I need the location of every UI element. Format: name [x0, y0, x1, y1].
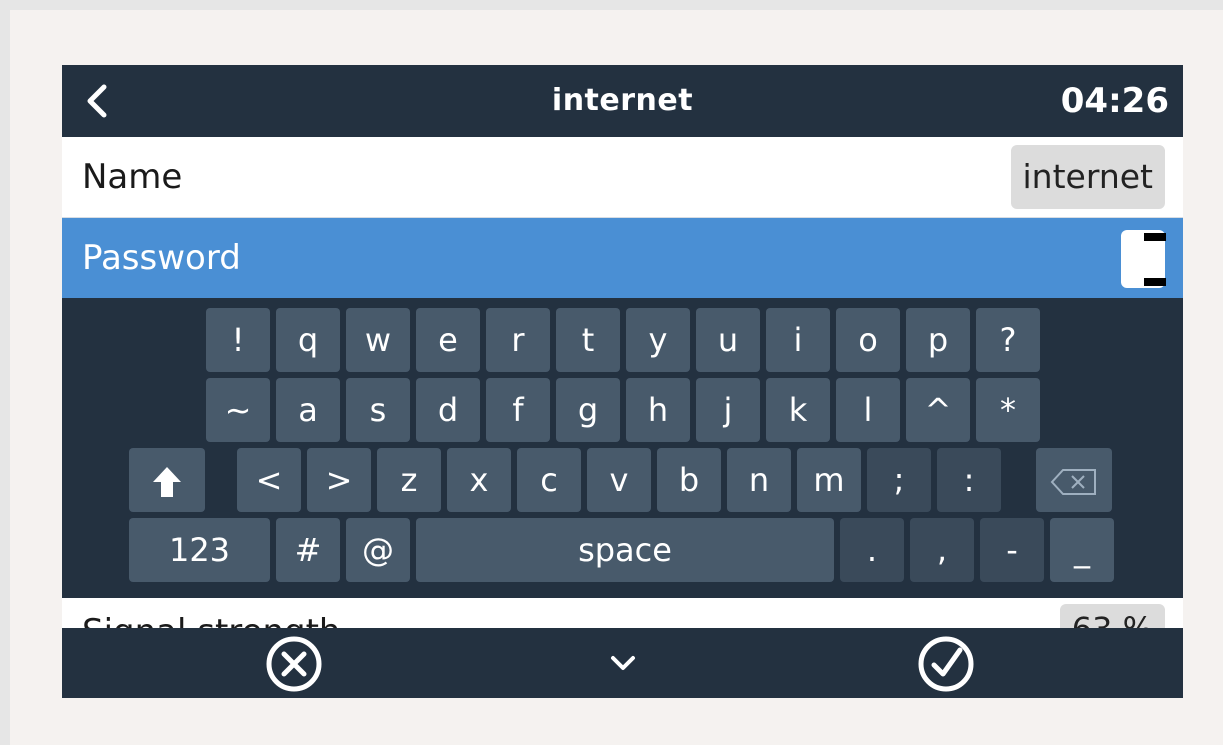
- on-screen-keyboard: ! q w e r t y u i o p ? ~ a s d f g h j …: [62, 298, 1183, 598]
- key-x[interactable]: x: [447, 448, 511, 512]
- key-d[interactable]: d: [416, 378, 480, 442]
- backspace-icon: [1050, 469, 1096, 495]
- name-label: Name: [82, 157, 183, 197]
- key-w[interactable]: w: [346, 308, 410, 372]
- window-frame-left: [0, 0, 10, 745]
- name-value[interactable]: internet: [1010, 145, 1165, 209]
- key-e[interactable]: e: [416, 308, 480, 372]
- page-title: internet: [551, 83, 694, 118]
- space-key[interactable]: space: [416, 518, 834, 582]
- key-p[interactable]: p: [906, 308, 970, 372]
- header-bar: internet 04:26: [62, 65, 1183, 137]
- key-o[interactable]: o: [836, 308, 900, 372]
- key-greater-than[interactable]: >: [307, 448, 371, 512]
- cancel-button[interactable]: [264, 636, 324, 692]
- password-input[interactable]: [1121, 230, 1168, 288]
- key-k[interactable]: k: [766, 378, 830, 442]
- device-screen: internet 04:26 Name internet Password ! …: [62, 65, 1183, 698]
- key-dot[interactable]: .: [840, 518, 904, 582]
- check-circle-icon: [918, 636, 974, 692]
- key-f[interactable]: f: [486, 378, 550, 442]
- key-dash[interactable]: -: [980, 518, 1044, 582]
- key-m[interactable]: m: [797, 448, 861, 512]
- key-u[interactable]: u: [696, 308, 760, 372]
- signal-strength-row[interactable]: Signal strength 63 %: [62, 598, 1183, 628]
- key-less-than[interactable]: <: [237, 448, 301, 512]
- password-row[interactable]: Password: [62, 218, 1183, 298]
- key-s[interactable]: s: [346, 378, 410, 442]
- key-question[interactable]: ?: [976, 308, 1040, 372]
- key-y[interactable]: y: [626, 308, 690, 372]
- key-hash[interactable]: #: [276, 518, 340, 582]
- key-comma[interactable]: ,: [910, 518, 974, 582]
- key-z[interactable]: z: [377, 448, 441, 512]
- shift-arrow-icon: [153, 467, 181, 497]
- confirm-button[interactable]: [916, 636, 976, 692]
- text-cursor: [1142, 230, 1168, 288]
- window-frame-top: [0, 0, 1223, 10]
- key-r[interactable]: r: [486, 308, 550, 372]
- scroll-down-button[interactable]: [593, 636, 653, 692]
- key-j[interactable]: j: [696, 378, 760, 442]
- key-g[interactable]: g: [556, 378, 620, 442]
- key-at[interactable]: @: [346, 518, 410, 582]
- key-underscore[interactable]: _: [1050, 518, 1114, 582]
- close-circle-icon: [266, 636, 322, 692]
- key-t[interactable]: t: [556, 308, 620, 372]
- key-caret[interactable]: ^: [906, 378, 970, 442]
- key-semicolon[interactable]: ;: [867, 448, 931, 512]
- backspace-key[interactable]: [1036, 448, 1112, 512]
- key-l[interactable]: l: [836, 378, 900, 442]
- key-b[interactable]: b: [657, 448, 721, 512]
- footer-bar: [62, 628, 1183, 698]
- numbers-key[interactable]: 123: [129, 518, 270, 582]
- key-colon[interactable]: :: [937, 448, 1001, 512]
- clock: 04:26: [1060, 81, 1169, 121]
- shift-key[interactable]: [129, 448, 205, 512]
- key-n[interactable]: n: [727, 448, 791, 512]
- signal-strength-value: 63 %: [1059, 604, 1165, 628]
- name-row[interactable]: Name internet: [62, 137, 1183, 218]
- key-a[interactable]: a: [276, 378, 340, 442]
- key-v[interactable]: v: [587, 448, 651, 512]
- key-q[interactable]: q: [276, 308, 340, 372]
- password-label: Password: [82, 238, 241, 278]
- key-c[interactable]: c: [517, 448, 581, 512]
- key-exclamation[interactable]: !: [206, 308, 270, 372]
- chevron-down-icon: [611, 656, 635, 670]
- signal-strength-label: Signal strength: [82, 612, 340, 628]
- key-i[interactable]: i: [766, 308, 830, 372]
- key-tilde[interactable]: ~: [206, 378, 270, 442]
- key-h[interactable]: h: [626, 378, 690, 442]
- key-asterisk[interactable]: *: [976, 378, 1040, 442]
